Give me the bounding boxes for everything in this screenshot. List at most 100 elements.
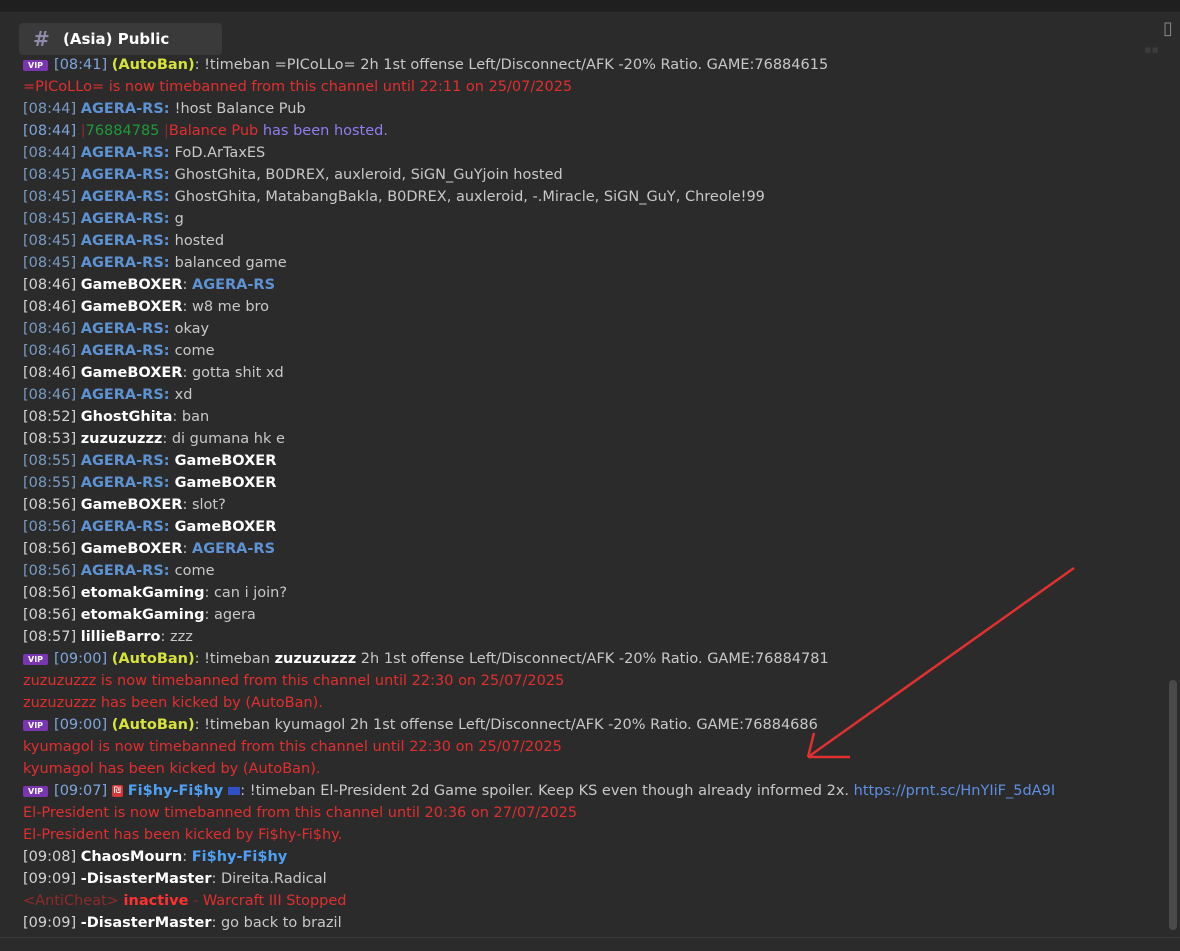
username[interactable]: GameBOXER xyxy=(81,497,183,513)
chat-line: [08:45] AGERA-RS: g xyxy=(23,208,184,230)
timestamp: [09:09] xyxy=(23,915,77,931)
channel-name: (Asia) Public xyxy=(63,30,170,48)
system-message: =PICoLLo= is now timebanned from this ch… xyxy=(23,79,573,95)
chat-line: [08:56] GameBOXER: slot? xyxy=(23,494,226,516)
username[interactable]: AGERA-RS xyxy=(81,475,164,491)
mentioned-user[interactable]: GameBOXER xyxy=(175,475,277,491)
separator: | xyxy=(159,123,169,139)
chat-line: [08:46] GameBOXER: w8 me bro xyxy=(23,296,269,318)
message-text: has been hosted. xyxy=(262,123,388,139)
username[interactable]: GameBOXER xyxy=(81,541,183,557)
separator: : xyxy=(211,915,221,931)
username[interactable]: AGERA-RS xyxy=(81,167,164,183)
chat-line: [08:46] AGERA-RS: okay xyxy=(23,318,209,340)
message-text: can i join? xyxy=(213,585,288,601)
ghost-icon: ▪▪ xyxy=(1144,43,1159,56)
username[interactable]: AGERA-RS xyxy=(81,343,164,359)
username[interactable]: Fi$hy-Fi$hy xyxy=(128,783,224,799)
separator: : xyxy=(163,519,175,535)
message-text: slot? xyxy=(191,497,226,513)
username[interactable]: AGERA-RS xyxy=(81,387,164,403)
system-message: zuzuzuzzz has been kicked by (AutoBan). xyxy=(23,695,323,711)
username[interactable]: AGERA-RS xyxy=(81,211,164,227)
corner-menu-icon[interactable]: ▯ xyxy=(1158,18,1178,40)
timestamp: [08:56] xyxy=(23,585,77,601)
timestamp: [08:44] xyxy=(23,145,77,161)
username[interactable]: GameBOXER xyxy=(81,277,183,293)
username[interactable]: etomakGaming xyxy=(81,607,205,623)
message-text: !timeban kyumagol 2h 1st offense Left/Di… xyxy=(204,717,818,733)
timestamp: [08:45] xyxy=(23,211,77,227)
username[interactable]: zuzuzuzzz xyxy=(81,431,163,447)
username[interactable]: etomakGaming xyxy=(81,585,205,601)
username[interactable]: AGERA-RS xyxy=(81,321,164,337)
username[interactable]: AGERA-RS xyxy=(81,233,164,249)
timestamp: [08:55] xyxy=(23,475,77,491)
username[interactable]: lillieBarro xyxy=(81,629,161,645)
message-text: ban xyxy=(181,409,210,425)
separator: : xyxy=(163,167,175,183)
separator: : xyxy=(163,453,175,469)
username[interactable]: AGERA-RS xyxy=(81,453,164,469)
username[interactable]: AGERA-RS xyxy=(81,255,164,271)
chat-line: zuzuzuzzz has been kicked by (AutoBan). xyxy=(23,692,323,714)
input-bar[interactable] xyxy=(0,937,1180,951)
username[interactable]: AGERA-RS xyxy=(81,563,164,579)
username[interactable]: (AutoBan) xyxy=(112,717,195,733)
vip-badge-icon: VIP xyxy=(23,719,49,731)
separator: : xyxy=(194,717,205,733)
channel-tab[interactable]: # (Asia) Public xyxy=(19,23,222,55)
timestamp: [08:41] xyxy=(54,57,108,73)
username[interactable]: AGERA-RS xyxy=(81,101,164,117)
message-link[interactable]: https://prnt.sc/HnYIiF_5dA9I xyxy=(854,783,1055,799)
username[interactable]: -DisasterMaster xyxy=(81,915,212,931)
mentioned-user[interactable]: zuzuzuzzz xyxy=(275,651,357,667)
chat-line: zuzuzuzzz is now timebanned from this ch… xyxy=(23,670,564,692)
username[interactable]: GameBOXER xyxy=(81,299,183,315)
message-text: GhostGhita, MatabangBakla, B0DREX, auxle… xyxy=(174,189,765,205)
anticheat-tag: <AntiCheat> xyxy=(23,893,119,909)
message-text: !timeban xyxy=(204,651,270,667)
timestamp: [08:46] xyxy=(23,299,77,315)
username[interactable]: AGERA-RS xyxy=(81,189,164,205)
system-message: zuzuzuzzz is now timebanned from this ch… xyxy=(23,673,565,689)
separator: : xyxy=(163,321,175,337)
username[interactable]: (AutoBan) xyxy=(112,651,195,667)
chat-line: El-President is now timebanned from this… xyxy=(23,802,577,824)
mentioned-user[interactable]: AGERA-RS xyxy=(192,541,275,557)
chat-log: VIP [08:41] (AutoBan): !timeban =PICoLLo=… xyxy=(0,57,1165,937)
username[interactable]: GhostGhita xyxy=(81,409,173,425)
chat-line: [08:45] AGERA-RS: GhostGhita, MatabangBa… xyxy=(23,186,765,208)
message-text: Direita.Radical xyxy=(220,871,327,887)
username[interactable]: ChaosMourn xyxy=(81,849,183,865)
chat-line: [08:56] AGERA-RS: GameBOXER xyxy=(23,516,276,538)
chat-line: [08:46] GameBOXER: AGERA-RS xyxy=(23,274,275,296)
hash-icon: # xyxy=(33,27,50,51)
username[interactable]: (AutoBan) xyxy=(112,57,195,73)
mentioned-user[interactable]: Fi$hy-Fi$hy xyxy=(192,849,288,865)
timestamp: [08:46] xyxy=(23,321,77,337)
mentioned-user[interactable]: AGERA-RS xyxy=(192,277,275,293)
message-text: gotta shit xd xyxy=(191,365,284,381)
mentioned-user[interactable]: GameBOXER xyxy=(175,453,277,469)
timestamp: [09:09] xyxy=(23,871,77,887)
username[interactable]: GameBOXER xyxy=(81,365,183,381)
mentioned-user[interactable]: GameBOXER xyxy=(175,519,277,535)
separator: : xyxy=(163,211,175,227)
username[interactable]: -DisasterMaster xyxy=(81,871,212,887)
scrollbar-thumb[interactable] xyxy=(1169,680,1177,930)
timestamp: [08:52] xyxy=(23,409,77,425)
chat-line: [09:08] ChaosMourn: Fi$hy-Fi$hy xyxy=(23,846,287,868)
chat-line: [08:44] AGERA-RS: FoD.ArTaxES xyxy=(23,142,265,164)
chat-line: kyumagol has been kicked by (AutoBan). xyxy=(23,758,320,780)
username[interactable]: AGERA-RS xyxy=(81,145,164,161)
username[interactable]: AGERA-RS xyxy=(81,519,164,535)
timestamp: [08:55] xyxy=(23,453,77,469)
message-text: xd xyxy=(174,387,193,403)
separator: : xyxy=(182,365,192,381)
game-id[interactable]: 76884785 xyxy=(86,123,160,139)
timestamp: [08:45] xyxy=(23,189,77,205)
system-message: kyumagol is now timebanned from this cha… xyxy=(23,739,562,755)
separator: : xyxy=(163,255,175,271)
system-message: kyumagol has been kicked by (AutoBan). xyxy=(23,761,321,777)
